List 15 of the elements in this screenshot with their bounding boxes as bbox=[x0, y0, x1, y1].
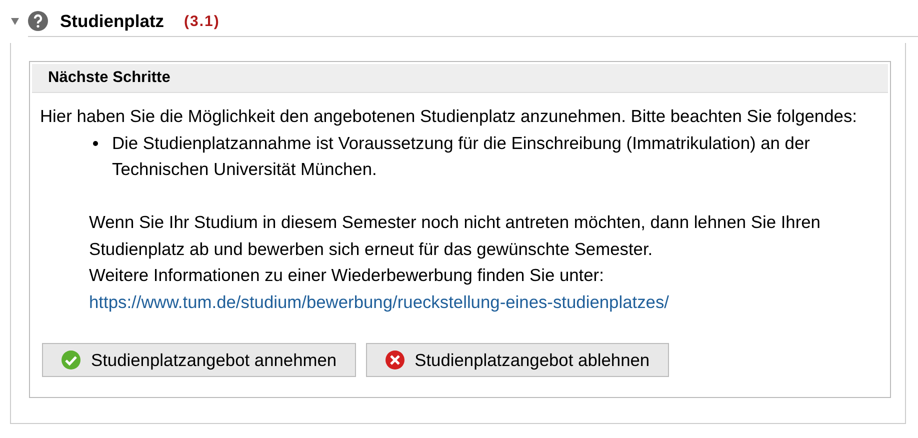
close-icon bbox=[384, 350, 405, 370]
section-title: Studienplatz bbox=[60, 10, 164, 32]
bullet-text: Die Studienplatzannahme ist Voraussetzung für die Einschreibung (Immatrikulation) an der Technischen Universität München. bbox=[112, 132, 811, 181]
bullet-icon bbox=[93, 140, 98, 146]
section-number: (3.1) bbox=[184, 12, 220, 30]
decline-button[interactable]: Studienplatzangebot ablehnen bbox=[366, 343, 669, 377]
intro-text: Hier haben Sie die Möglichkeit den angebotenen Studienplatz anzunehmen. Bitte beachten Sie folgendes: bbox=[40, 105, 858, 128]
help-icon bbox=[28, 11, 48, 31]
check-icon bbox=[61, 350, 81, 370]
collapse-triangle-icon[interactable] bbox=[10, 16, 20, 26]
paragraph-text: Wenn Sie Ihr Studium in diesem Semester noch nicht antreten möchten, dann lehnen Sie Ihren Studienplatz ab und bewerben sich erneut für das gewünschte Semester. bbox=[89, 211, 822, 261]
paragraph-text: Weitere Informationen zu einer Wiederbewerbung finden Sie unter: bbox=[89, 264, 605, 287]
accept-button[interactable]: Studienplatzangebot annehmen bbox=[42, 343, 356, 377]
panel-title: Nächste Schritte bbox=[32, 64, 888, 93]
link[interactable]: https://www.tum.de/studium/bewerbung/rueckstellung-eines-studienplatzes/ bbox=[89, 292, 669, 312]
